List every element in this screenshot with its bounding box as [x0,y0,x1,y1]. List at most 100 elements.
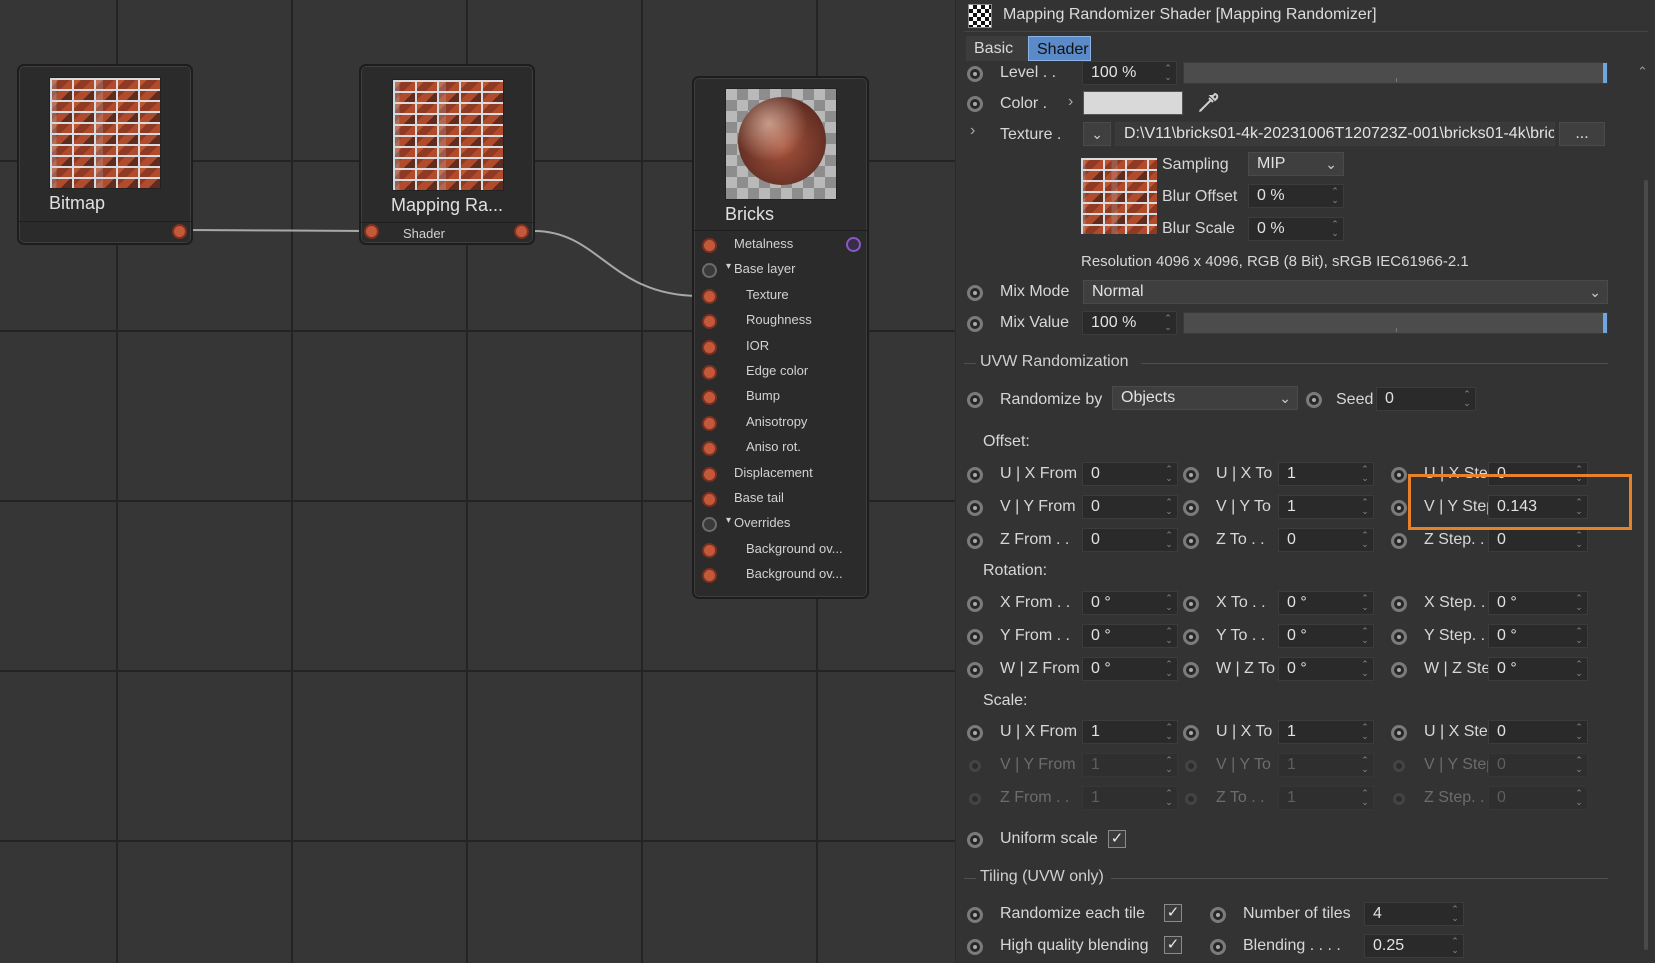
color-animate-toggle[interactable] [967,96,983,112]
spinner-icon[interactable]: ⌃ ⌄ [1165,594,1173,612]
bricks-port-row[interactable]: Anisotropy [694,410,867,435]
texture-path-field[interactable]: D:\V11\bricks01-4k-20231006T120723Z-001\… [1115,122,1555,146]
mix-value-input[interactable]: 100 % ⌃ ⌄ [1082,311,1177,335]
blending-input[interactable]: 0.25 ⌃ ⌄ [1364,934,1464,958]
rotation-field-input[interactable]: 0 ° ⌃ ⌄ [1082,657,1178,681]
blur-offset-input[interactable]: 0 % ⌃ ⌄ [1248,184,1344,208]
scale-field-input[interactable]: 0 ⌃ ⌄ [1488,720,1588,744]
level-input[interactable]: 100 % ⌃ ⌄ [1082,61,1177,85]
scale-animate-toggle[interactable] [1393,793,1405,805]
scale-animate-toggle[interactable] [1391,725,1407,741]
spinner-icon[interactable]: ⌃ ⌄ [1165,498,1173,516]
rotation-field-input[interactable]: 0 ° ⌃ ⌄ [1082,624,1178,648]
seed-input[interactable]: 0 ⌃ ⌄ [1376,387,1476,411]
scale-animate-toggle[interactable] [1185,793,1197,805]
bricks-input-port[interactable] [702,238,717,253]
bricks-input-port[interactable] [702,441,717,457]
mix-mode-animate-toggle[interactable] [967,285,983,301]
blur-offset-spinner-icon[interactable]: ⌃ ⌄ [1331,187,1339,205]
level-animate-toggle[interactable] [967,66,983,82]
bricks-input-port[interactable] [702,492,717,507]
blur-scale-spinner-icon[interactable]: ⌃ ⌄ [1331,220,1339,238]
mix-mode-dropdown[interactable]: Normal ⌄ [1083,280,1608,304]
mix-value-animate-toggle[interactable] [967,316,983,332]
blending-animate-toggle[interactable] [1210,939,1226,955]
offset-animate-toggle[interactable] [1183,467,1199,483]
spinner-icon[interactable]: ⌃ ⌄ [1165,531,1173,549]
bricks-port-row[interactable]: Roughness [694,308,867,333]
spinner-icon[interactable]: ⌃ ⌄ [1361,627,1369,645]
rotation-animate-toggle[interactable] [1391,662,1407,678]
bricks-port-row[interactable]: ▾ Overrides [694,511,867,536]
bricks-input-port[interactable] [702,542,717,558]
spinner-icon[interactable]: ⌃ ⌄ [1575,627,1583,645]
bitmap-node[interactable]: Bitmap [17,64,193,245]
offset-field-input[interactable]: 1 ⌃ ⌄ [1278,495,1374,519]
offset-animate-toggle[interactable] [1391,533,1407,549]
rotation-animate-toggle[interactable] [1183,596,1199,612]
spinner-icon[interactable]: ⌃ ⌄ [1361,498,1369,516]
panel-scrollbar[interactable] [1644,180,1648,950]
bricks-input-port[interactable] [702,390,717,406]
scale-animate-toggle[interactable] [1183,725,1199,741]
bricks-input-port[interactable] [702,263,717,279]
rotation-field-input[interactable]: 0 ° ⌃ ⌄ [1278,591,1374,615]
high-quality-blending-checkbox[interactable]: ✓ [1164,936,1182,954]
spinner-icon[interactable]: ⌃ ⌄ [1361,531,1369,549]
spinner-icon[interactable]: ⌃ ⌄ [1165,660,1173,678]
mix-value-spinner-icon[interactable]: ⌃ ⌄ [1164,314,1172,332]
spinner-icon[interactable]: ⌃ ⌄ [1575,660,1583,678]
bricks-port-row[interactable]: Base tail [694,486,867,511]
offset-animate-toggle[interactable] [967,467,983,483]
spinner-icon[interactable]: ⌃ ⌄ [1575,594,1583,612]
spinner-icon[interactable]: ⌃ ⌄ [1165,627,1173,645]
uniform-scale-animate-toggle[interactable] [967,832,983,848]
mapping-output-port[interactable] [514,224,529,239]
offset-animate-toggle[interactable] [1391,500,1407,516]
bitmap-output-port[interactable] [172,224,187,239]
mix-value-slider-knob[interactable] [1603,313,1607,333]
spinner-icon[interactable]: ⌃ ⌄ [1575,723,1583,741]
bricks-material-node[interactable]: Bricks Metalness ▾ Base layer Texture Roughn… [692,76,869,599]
scroll-up-icon[interactable]: ⌃ [1637,64,1648,80]
tab-basic[interactable]: Basic [966,36,1028,61]
mapping-randomizer-node[interactable]: Mapping Ra... Shader [359,64,535,245]
color-expand-chevron-icon[interactable]: › [1068,93,1073,111]
spinner-icon[interactable]: ⌃ ⌄ [1165,723,1173,741]
high-quality-blending-animate-toggle[interactable] [967,939,983,955]
bricks-port-row[interactable]: Bump [694,384,867,409]
offset-field-input[interactable]: 0 ⌃ ⌄ [1278,528,1374,552]
eyedropper-icon[interactable] [1194,89,1222,117]
bricks-input-port[interactable] [702,466,717,482]
rotation-animate-toggle[interactable] [1183,662,1199,678]
rotation-animate-toggle[interactable] [967,662,983,678]
spinner-icon[interactable]: ⌃ ⌄ [1575,465,1583,483]
uniform-scale-checkbox[interactable]: ✓ [1108,830,1126,848]
blur-scale-input[interactable]: 0 % ⌃ ⌄ [1248,217,1344,241]
randomize-by-animate-toggle[interactable] [967,392,983,408]
rotation-field-input[interactable]: 0 ° ⌃ ⌄ [1278,624,1374,648]
rotation-field-input[interactable]: 0 ° ⌃ ⌄ [1278,657,1374,681]
number-of-tiles-input[interactable]: 4 ⌃ ⌄ [1364,902,1464,926]
bricks-input-port[interactable] [702,568,717,584]
spinner-icon[interactable]: ⌃ ⌄ [1361,660,1369,678]
seed-spinner-icon[interactable]: ⌃ ⌄ [1463,390,1471,408]
number-of-tiles-animate-toggle[interactable] [1210,907,1226,923]
randomize-each-tile-animate-toggle[interactable] [967,907,983,923]
bricks-port-row[interactable]: Metalness [694,232,867,257]
offset-animate-toggle[interactable] [1183,533,1199,549]
mapping-input-port[interactable] [364,224,379,239]
bricks-input-port[interactable] [702,339,717,355]
bricks-input-port[interactable] [702,517,717,533]
rotation-animate-toggle[interactable] [967,596,983,612]
seed-animate-toggle[interactable] [1306,392,1322,408]
scale-field-input[interactable]: 1 ⌃ ⌄ [1278,720,1374,744]
offset-animate-toggle[interactable] [967,533,983,549]
spinner-icon[interactable]: ⌃ ⌄ [1361,723,1369,741]
node-editor[interactable]: Bitmap Mapping Ra... Shader Bricks Metal… [0,0,955,963]
rotation-field-input[interactable]: 0 ° ⌃ ⌄ [1082,591,1178,615]
randomize-each-tile-checkbox[interactable]: ✓ [1164,904,1182,922]
rotation-animate-toggle[interactable] [1391,629,1407,645]
bricks-input-port[interactable] [702,415,717,431]
bricks-port-row[interactable]: Displacement [694,461,867,486]
